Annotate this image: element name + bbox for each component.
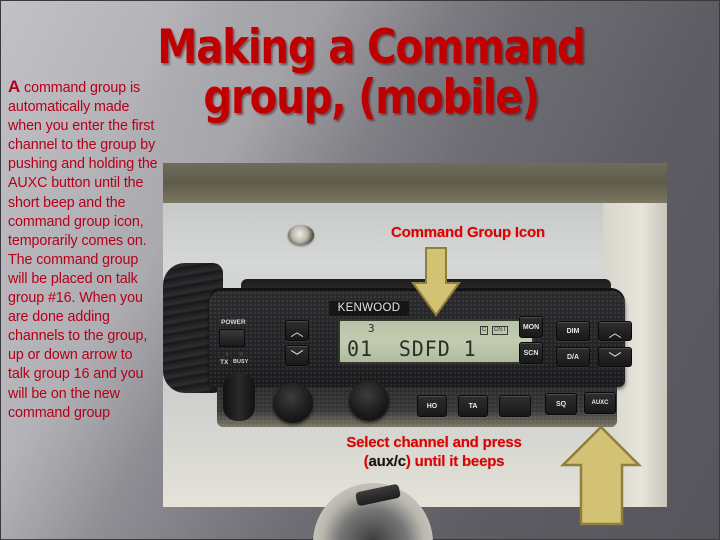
da-key[interactable]: D/A bbox=[556, 347, 590, 367]
body-paragraph: command group is automatically made when… bbox=[8, 80, 158, 421]
slide-title-line-1: Making a Command bbox=[157, 20, 586, 75]
dim-key[interactable]: DIM bbox=[556, 321, 590, 341]
lcd-talkgroup-number: 3 bbox=[368, 322, 375, 335]
slide-title-line-2: group, (mobile) bbox=[203, 70, 540, 125]
annotation-key-name: aux/c bbox=[368, 453, 406, 470]
right-down-arrow-key[interactable]: ﹀ bbox=[598, 347, 632, 367]
right-up-arrow-key[interactable]: ︿ bbox=[598, 321, 632, 341]
body-text: A command group is automatically made wh… bbox=[8, 77, 158, 423]
volume-knob[interactable] bbox=[273, 383, 313, 423]
lcd-display: 3 01 SDFD 1 C OST bbox=[338, 319, 534, 364]
command-group-indicator-icon: C bbox=[480, 326, 489, 335]
mic-connector bbox=[223, 373, 255, 421]
select-channel-annotation: Select channel and press (aux/c) until i… bbox=[313, 433, 555, 471]
command-group-icon-annotation: Command Group Icon bbox=[391, 224, 545, 241]
down-arrow-icon bbox=[411, 247, 461, 317]
ost-indicator: OST bbox=[492, 326, 509, 335]
annotation-line-2: (aux/c) until it beeps bbox=[313, 452, 555, 471]
chevron-down-icon: ﹀ bbox=[608, 350, 622, 366]
photo-wall-background bbox=[163, 163, 667, 203]
up-arrow-icon bbox=[559, 425, 643, 526]
lcd-channel-text: 01 SDFD 1 bbox=[347, 337, 477, 361]
sq-key[interactable]: SQ bbox=[545, 393, 577, 415]
ho-key[interactable]: HO bbox=[417, 395, 447, 417]
left-down-arrow-key[interactable]: ﹀ bbox=[285, 345, 309, 366]
ta-key[interactable]: TA bbox=[458, 395, 488, 417]
slide-title: Making a Command group, (mobile) bbox=[156, 23, 586, 123]
annotation-rest: ) until it beeps bbox=[405, 453, 505, 470]
annotation-line-1: Select channel and press bbox=[346, 434, 522, 451]
up-arrow-shape bbox=[559, 425, 643, 526]
chevron-down-icon: ﹀ bbox=[290, 349, 304, 364]
selector-knob[interactable] bbox=[349, 381, 389, 421]
mon-key[interactable]: MON bbox=[519, 316, 543, 338]
tx-label: TX bbox=[220, 359, 229, 366]
mount-screw bbox=[288, 225, 314, 245]
down-arrow-shape bbox=[411, 247, 461, 317]
chevron-up-icon: ︿ bbox=[290, 324, 304, 339]
radio-brand-logo: KENWOOD bbox=[329, 301, 409, 316]
power-button[interactable] bbox=[219, 329, 245, 347]
chevron-up-icon: ︿ bbox=[608, 324, 622, 340]
busy-led bbox=[239, 352, 243, 356]
busy-label: BUSY bbox=[233, 359, 249, 365]
blank-key[interactable] bbox=[499, 395, 531, 417]
auxc-key[interactable]: AUXC bbox=[584, 392, 616, 414]
body-dropcap: A bbox=[8, 77, 21, 96]
power-label: POWER bbox=[221, 319, 246, 326]
scn-key[interactable]: SCN bbox=[519, 342, 543, 364]
tx-led bbox=[225, 352, 229, 356]
left-up-arrow-key[interactable]: ︿ bbox=[285, 320, 309, 341]
